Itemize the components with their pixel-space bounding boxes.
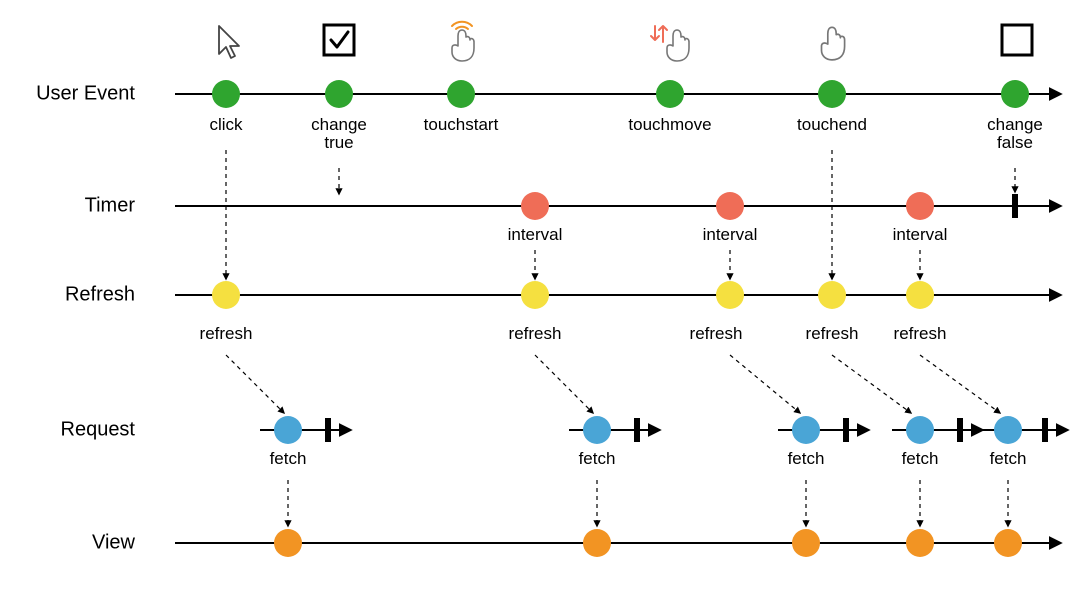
user-event-dot xyxy=(656,80,684,108)
request-label: fetch xyxy=(270,449,307,468)
user-event-label2: true xyxy=(324,133,353,152)
row-label-userEvent: User Event xyxy=(36,82,135,104)
row-label-request: Request xyxy=(61,418,136,440)
user-event-label: click xyxy=(209,115,243,134)
timer-label: interval xyxy=(508,225,563,244)
timer-dot xyxy=(716,192,744,220)
checkbox-checked-icon xyxy=(324,25,354,55)
user-event-label: change xyxy=(987,115,1043,134)
refresh-label: refresh xyxy=(509,324,562,343)
request-label: fetch xyxy=(902,449,939,468)
user-event-label2: false xyxy=(997,133,1033,152)
row-label-view: View xyxy=(92,531,136,553)
dashed-arrow xyxy=(832,355,911,413)
request-dot xyxy=(906,416,934,444)
row-label-timer: Timer xyxy=(85,194,136,216)
request-dot xyxy=(583,416,611,444)
refresh-label: refresh xyxy=(894,324,947,343)
user-event-dot xyxy=(447,80,475,108)
dashed-arrow xyxy=(920,355,1000,413)
refresh-dot xyxy=(212,281,240,309)
request-label: fetch xyxy=(579,449,616,468)
timer-dot xyxy=(906,192,934,220)
refresh-dot xyxy=(906,281,934,309)
view-dot xyxy=(906,529,934,557)
timer-dot xyxy=(521,192,549,220)
cursor-icon xyxy=(219,26,239,58)
user-event-label: change xyxy=(311,115,367,134)
timer-label: interval xyxy=(703,225,758,244)
view-dot xyxy=(792,529,820,557)
touchmove-icon xyxy=(651,26,689,61)
dashed-arrow xyxy=(535,355,593,413)
view-dot xyxy=(994,529,1022,557)
dashed-arrow xyxy=(730,355,800,413)
view-dot xyxy=(274,529,302,557)
view-dot xyxy=(583,529,611,557)
timer-label: interval xyxy=(893,225,948,244)
refresh-label: refresh xyxy=(690,324,743,343)
checkbox-unchecked-icon xyxy=(1002,25,1032,55)
user-event-dot xyxy=(818,80,846,108)
user-event-label: touchstart xyxy=(424,115,499,134)
user-event-dot xyxy=(325,80,353,108)
refresh-dot xyxy=(818,281,846,309)
dashed-arrow xyxy=(226,355,284,413)
row-label-refresh: Refresh xyxy=(65,283,135,305)
user-event-dot xyxy=(212,80,240,108)
refresh-dot xyxy=(716,281,744,309)
refresh-label: refresh xyxy=(200,324,253,343)
user-event-label: touchmove xyxy=(628,115,711,134)
refresh-label: refresh xyxy=(806,324,859,343)
request-dot xyxy=(792,416,820,444)
touchend-icon xyxy=(822,27,845,60)
refresh-dot xyxy=(521,281,549,309)
request-dot xyxy=(994,416,1022,444)
request-label: fetch xyxy=(990,449,1027,468)
user-event-dot xyxy=(1001,80,1029,108)
touchstart-icon xyxy=(452,22,474,61)
user-event-label: touchend xyxy=(797,115,867,134)
request-label: fetch xyxy=(788,449,825,468)
request-dot xyxy=(274,416,302,444)
